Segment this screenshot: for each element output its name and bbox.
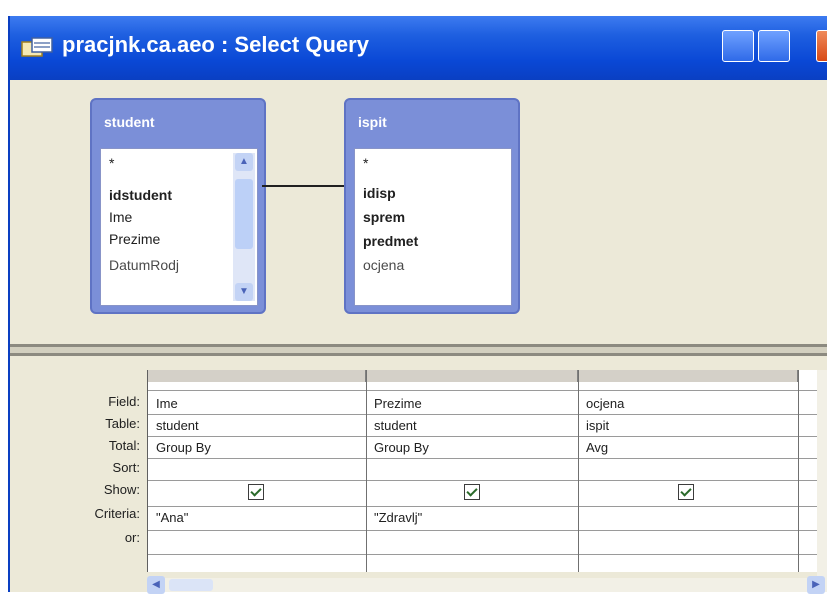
grid-line bbox=[148, 554, 827, 555]
field-item[interactable]: idisp bbox=[363, 185, 396, 201]
cell-field[interactable]: Prezime bbox=[374, 396, 422, 411]
maximize-button[interactable] bbox=[758, 30, 790, 62]
row-label-table: Table: bbox=[105, 416, 140, 431]
pane-splitter[interactable] bbox=[10, 344, 827, 356]
row-label-or: or: bbox=[124, 530, 140, 545]
cell-total[interactable]: Group By bbox=[374, 440, 429, 455]
grid-line bbox=[798, 370, 799, 572]
column-selector[interactable] bbox=[148, 370, 366, 382]
field-item[interactable]: predmet bbox=[363, 233, 418, 249]
grid-line bbox=[578, 370, 579, 572]
grid-line bbox=[148, 414, 827, 415]
join-line[interactable] bbox=[262, 184, 346, 188]
cell-total[interactable]: Group By bbox=[156, 440, 211, 455]
cell-total[interactable]: Avg bbox=[586, 440, 608, 455]
row-label-field: Field: bbox=[108, 394, 140, 409]
field-item[interactable]: Ime bbox=[109, 209, 132, 225]
cell-table[interactable]: student bbox=[156, 418, 199, 433]
close-button[interactable] bbox=[816, 30, 827, 62]
scroll-right-arrow-icon[interactable]: ▶ bbox=[807, 576, 825, 594]
field-item[interactable]: idstudent bbox=[109, 187, 172, 203]
query-design-grid[interactable]: Ime student Group By "Ana" Prezime stude… bbox=[147, 370, 827, 572]
grid-line bbox=[148, 506, 827, 507]
column-selector[interactable] bbox=[366, 370, 578, 382]
field-item[interactable]: ocjena bbox=[363, 257, 404, 273]
field-item[interactable]: * bbox=[109, 155, 114, 171]
grid-line bbox=[148, 390, 827, 391]
minimize-button[interactable] bbox=[722, 30, 754, 62]
field-list-student[interactable]: student * idstudent Ime Prezime DatumRod… bbox=[90, 98, 266, 314]
scroll-left-arrow-icon[interactable]: ◀ bbox=[147, 576, 165, 594]
grid-line bbox=[366, 370, 367, 572]
field-list-body[interactable]: * idstudent Ime Prezime DatumRodj ▲ ▼ bbox=[100, 148, 258, 306]
field-item[interactable]: * bbox=[363, 155, 368, 171]
design-grid-pane: Field: Table: Total: Sort: Show: Criteri… bbox=[10, 356, 827, 594]
field-list-ispit[interactable]: ispit * idisp sprem predmet ocjena bbox=[344, 98, 520, 314]
grid-vertical-scrollbar[interactable] bbox=[817, 370, 827, 578]
table-design-pane[interactable]: student * idstudent Ime Prezime DatumRod… bbox=[10, 80, 827, 390]
window-title: pracjnk.ca.aeo : Select Query bbox=[62, 32, 369, 57]
grid-line bbox=[148, 480, 827, 481]
scroll-up-arrow-icon[interactable]: ▲ bbox=[235, 153, 253, 171]
cell-field[interactable]: ocjena bbox=[586, 396, 624, 411]
grid-line bbox=[148, 436, 827, 437]
query-window: pracjnk.ca.aeo : Select Query student * … bbox=[8, 16, 827, 594]
cell-criteria[interactable]: "Ana" bbox=[156, 510, 188, 525]
column-selector[interactable] bbox=[578, 370, 798, 382]
show-checkbox[interactable] bbox=[464, 484, 480, 500]
row-label-total: Total: bbox=[108, 438, 140, 453]
show-checkbox[interactable] bbox=[248, 484, 264, 500]
cell-criteria[interactable]: "Zdravlj" bbox=[374, 510, 422, 525]
field-list-title[interactable]: ispit bbox=[346, 100, 518, 146]
row-label-criteria: Criteria: bbox=[94, 506, 140, 521]
field-item[interactable]: Prezime bbox=[109, 231, 160, 247]
field-list-body[interactable]: * idisp sprem predmet ocjena bbox=[354, 148, 512, 306]
grid-line bbox=[148, 458, 827, 459]
show-checkbox[interactable] bbox=[678, 484, 694, 500]
grid-line bbox=[148, 530, 827, 531]
scroll-thumb[interactable] bbox=[235, 179, 253, 249]
scroll-thumb[interactable] bbox=[169, 579, 213, 591]
scroll-down-arrow-icon[interactable]: ▼ bbox=[235, 283, 253, 301]
grid-horizontal-scrollbar[interactable]: ◀ ▶ bbox=[147, 576, 827, 594]
row-label-sort: Sort: bbox=[112, 460, 140, 475]
cell-table[interactable]: student bbox=[374, 418, 417, 433]
field-list-scrollbar[interactable]: ▲ ▼ bbox=[233, 153, 255, 301]
field-list-title[interactable]: student bbox=[92, 100, 264, 146]
field-item[interactable]: sprem bbox=[363, 209, 405, 225]
title-bar[interactable]: pracjnk.ca.aeo : Select Query bbox=[10, 16, 827, 80]
cell-table[interactable]: ispit bbox=[586, 418, 609, 433]
field-item[interactable]: DatumRodj bbox=[109, 257, 179, 273]
cell-field[interactable]: Ime bbox=[156, 396, 178, 411]
query-icon bbox=[21, 37, 53, 57]
row-label-show: Show: bbox=[103, 482, 140, 497]
